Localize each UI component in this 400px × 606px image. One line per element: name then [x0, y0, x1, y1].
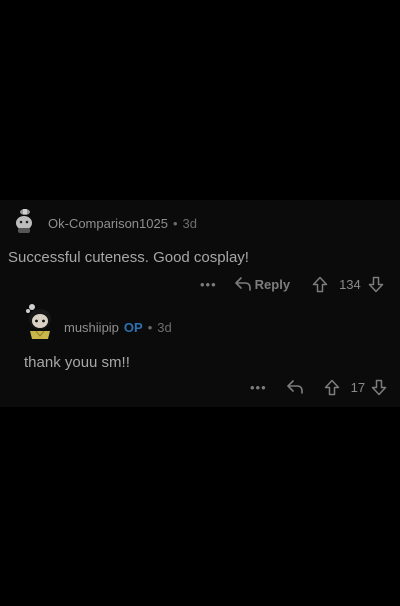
author-name[interactable]: Ok-Comparison1025 [48, 216, 168, 231]
upvote-icon[interactable] [324, 379, 340, 396]
comment-actions: ••• Reply 134 [200, 274, 384, 294]
author-name[interactable]: mushiipip [64, 320, 119, 335]
avatar[interactable] [22, 302, 56, 340]
comment-age: 3d [157, 320, 172, 335]
more-options-button[interactable]: ••• [250, 380, 267, 395]
reply-button[interactable]: Reply [255, 277, 290, 292]
reply-arrow-icon[interactable] [286, 379, 304, 395]
vote-count: 17 [350, 379, 366, 395]
comment-age: 3d [182, 216, 197, 231]
comment-thread: Ok-Comparison1025 • 3d Successful cuteness… [0, 200, 400, 407]
separator-dot: • [172, 216, 178, 231]
vote-count: 134 [339, 276, 361, 292]
reply-comment: mushiipip OP • 3d thank youu sm!! ••• 17 [0, 300, 400, 407]
op-badge: OP [123, 320, 143, 335]
comment-body: Successful cuteness. Good cosplay! [8, 249, 249, 266]
more-options-button[interactable]: ••• [200, 277, 217, 292]
comment-body: thank youu sm!! [24, 354, 130, 371]
downvote-icon[interactable] [371, 379, 387, 396]
comment-meta: mushiipip OP • 3d [64, 320, 172, 335]
avatar[interactable] [10, 206, 38, 234]
reply-arrow-icon[interactable] [234, 276, 252, 292]
downvote-icon[interactable] [368, 276, 384, 293]
comment-actions: ••• 17 [250, 377, 387, 397]
comment: Ok-Comparison1025 • 3d Successful cuteness… [0, 200, 400, 300]
separator-dot: • [147, 320, 153, 335]
upvote-icon[interactable] [312, 276, 328, 293]
comment-meta: Ok-Comparison1025 • 3d [48, 216, 197, 231]
